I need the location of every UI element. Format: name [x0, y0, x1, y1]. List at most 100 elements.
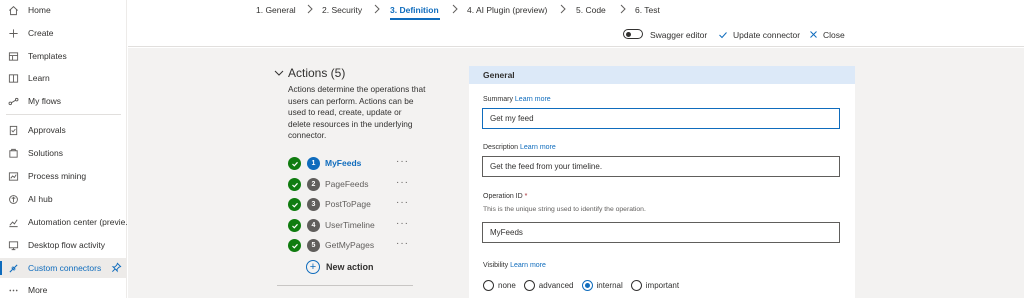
- action-number-badge: 3: [307, 198, 320, 211]
- learn-more-link[interactable]: Learn more: [510, 262, 546, 269]
- update-connector-button[interactable]: Update connector: [733, 30, 800, 40]
- action-label: MyFeeds: [325, 158, 362, 168]
- action-label: UserTimeline: [325, 220, 375, 230]
- learn-more-link[interactable]: Learn more: [515, 96, 551, 103]
- step-code[interactable]: 5. Code: [576, 5, 606, 15]
- chevron-right-icon: [451, 4, 459, 14]
- action-item[interactable]: 3 PostToPage ···: [288, 196, 412, 214]
- visibility-radio-group: none advanced internal important: [483, 278, 687, 292]
- visibility-option-advanced[interactable]: advanced: [523, 279, 574, 291]
- more-options-icon[interactable]: ···: [396, 197, 409, 208]
- nav-item-ai-hub[interactable]: AI hub: [0, 189, 127, 209]
- actions-header[interactable]: Actions (5): [274, 66, 414, 80]
- plus-circle-icon: +: [306, 260, 320, 274]
- chevron-down-icon[interactable]: [274, 68, 284, 78]
- action-label: PostToPage: [325, 199, 371, 209]
- nav-label: My flows: [28, 96, 62, 106]
- nav-label: More: [28, 285, 48, 295]
- close-icon[interactable]: [809, 30, 818, 39]
- action-label: PageFeeds: [325, 179, 369, 189]
- learn-more-link[interactable]: Learn more: [520, 144, 556, 151]
- nav-divider: [6, 114, 121, 115]
- definition-canvas: Actions (5) Actions determine the operat…: [128, 48, 1024, 298]
- step-test[interactable]: 6. Test: [635, 5, 660, 15]
- plus-icon: [7, 27, 19, 39]
- step-ai-plugin[interactable]: 4. AI Plugin (preview): [467, 5, 547, 15]
- description-input[interactable]: Get the feed from your timeline.: [482, 156, 840, 177]
- actions-title: Actions (5): [288, 66, 346, 80]
- nav-label: Approvals: [28, 125, 66, 135]
- nav-item-custom-connectors[interactable]: Custom connectors: [0, 258, 127, 278]
- more-options-icon[interactable]: ···: [396, 177, 409, 188]
- visibility-option-important[interactable]: important: [630, 279, 679, 291]
- actions-description: Actions determine the operations that us…: [288, 84, 426, 140]
- action-item[interactable]: 2 PageFeeds ···: [288, 176, 412, 194]
- pin-icon[interactable]: [111, 262, 123, 274]
- automation-center-icon: [7, 216, 19, 228]
- nav-label: Custom connectors: [28, 263, 102, 273]
- nav-item-desktop-flow-activity[interactable]: Desktop flow activity: [0, 235, 127, 255]
- chevron-right-icon: [306, 4, 314, 14]
- toggle-knob: [626, 31, 631, 37]
- desktop-flow-icon: [7, 239, 19, 251]
- solutions-icon: [7, 147, 19, 159]
- ai-hub-icon: [7, 193, 19, 205]
- nav-item-approvals[interactable]: Approvals: [0, 120, 127, 140]
- visibility-label: Visibility Learn more: [483, 262, 546, 269]
- templates-icon: [7, 50, 19, 62]
- actions-divider: [277, 285, 413, 286]
- step-security[interactable]: 2. Security: [322, 5, 362, 15]
- nav-label: Home: [28, 5, 51, 15]
- checkmark-circle-icon: [288, 178, 301, 191]
- step-general[interactable]: 1. General: [256, 5, 296, 15]
- operation-id-helper: This is the unique string used to identi…: [483, 206, 646, 213]
- nav-item-home[interactable]: Home: [0, 0, 127, 20]
- nav-item-templates[interactable]: Templates: [0, 46, 127, 66]
- step-definition[interactable]: 3. Definition: [390, 5, 439, 15]
- checkmark-icon[interactable]: [718, 30, 728, 40]
- nav-label: AI hub: [28, 194, 53, 204]
- summary-label: Summary Learn more: [483, 96, 551, 103]
- checkmark-circle-icon: [288, 157, 301, 170]
- process-mining-icon: [7, 170, 19, 182]
- nav-item-create[interactable]: Create: [0, 23, 127, 43]
- chevron-right-icon: [619, 4, 627, 14]
- operation-id-input[interactable]: MyFeeds: [482, 222, 840, 243]
- actions-panel: Actions (5) Actions determine the operat…: [274, 66, 425, 142]
- wizard-steps: 1. General 2. Security 3. Definition 4. …: [128, 0, 1024, 20]
- checkmark-circle-icon: [288, 219, 301, 232]
- nav-item-more[interactable]: More: [0, 280, 127, 298]
- swagger-editor-label[interactable]: Swagger editor: [650, 30, 707, 40]
- nav-label: Process mining: [28, 171, 87, 181]
- visibility-option-internal[interactable]: internal: [581, 279, 623, 291]
- nav-item-automation-center[interactable]: Automation center (previe...: [0, 212, 132, 232]
- more-icon: [7, 284, 19, 296]
- action-number-badge: 4: [307, 219, 320, 232]
- nav-label: Create: [28, 28, 54, 38]
- action-item[interactable]: 5 GetMyPages ···: [288, 237, 412, 255]
- section-header: General: [469, 66, 855, 84]
- visibility-option-none[interactable]: none: [483, 279, 516, 291]
- approvals-icon: [7, 124, 19, 136]
- nav-item-learn[interactable]: Learn: [0, 68, 127, 88]
- summary-input[interactable]: Get my feed: [482, 108, 840, 129]
- close-button[interactable]: Close: [823, 30, 845, 40]
- swagger-editor-toggle[interactable]: [623, 29, 643, 39]
- active-step-indicator: [390, 18, 440, 20]
- new-action-button[interactable]: + New action: [306, 258, 374, 276]
- new-action-label: New action: [326, 262, 374, 272]
- book-icon: [7, 72, 19, 84]
- nav-label: Templates: [28, 51, 67, 61]
- more-options-icon[interactable]: ···: [396, 156, 409, 167]
- nav-label: Learn: [28, 73, 50, 83]
- checkmark-circle-icon: [288, 239, 301, 252]
- action-item[interactable]: 4 UserTimeline ···: [288, 217, 412, 235]
- nav-item-process-mining[interactable]: Process mining: [0, 166, 127, 186]
- action-item[interactable]: 1 MyFeeds ···: [288, 155, 412, 173]
- flow-icon: [7, 95, 19, 107]
- nav-item-my-flows[interactable]: My flows: [0, 91, 127, 111]
- nav-item-solutions[interactable]: Solutions: [0, 143, 127, 163]
- more-options-icon[interactable]: ···: [396, 218, 409, 229]
- action-number-badge: 2: [307, 178, 320, 191]
- more-options-icon[interactable]: ···: [396, 238, 409, 249]
